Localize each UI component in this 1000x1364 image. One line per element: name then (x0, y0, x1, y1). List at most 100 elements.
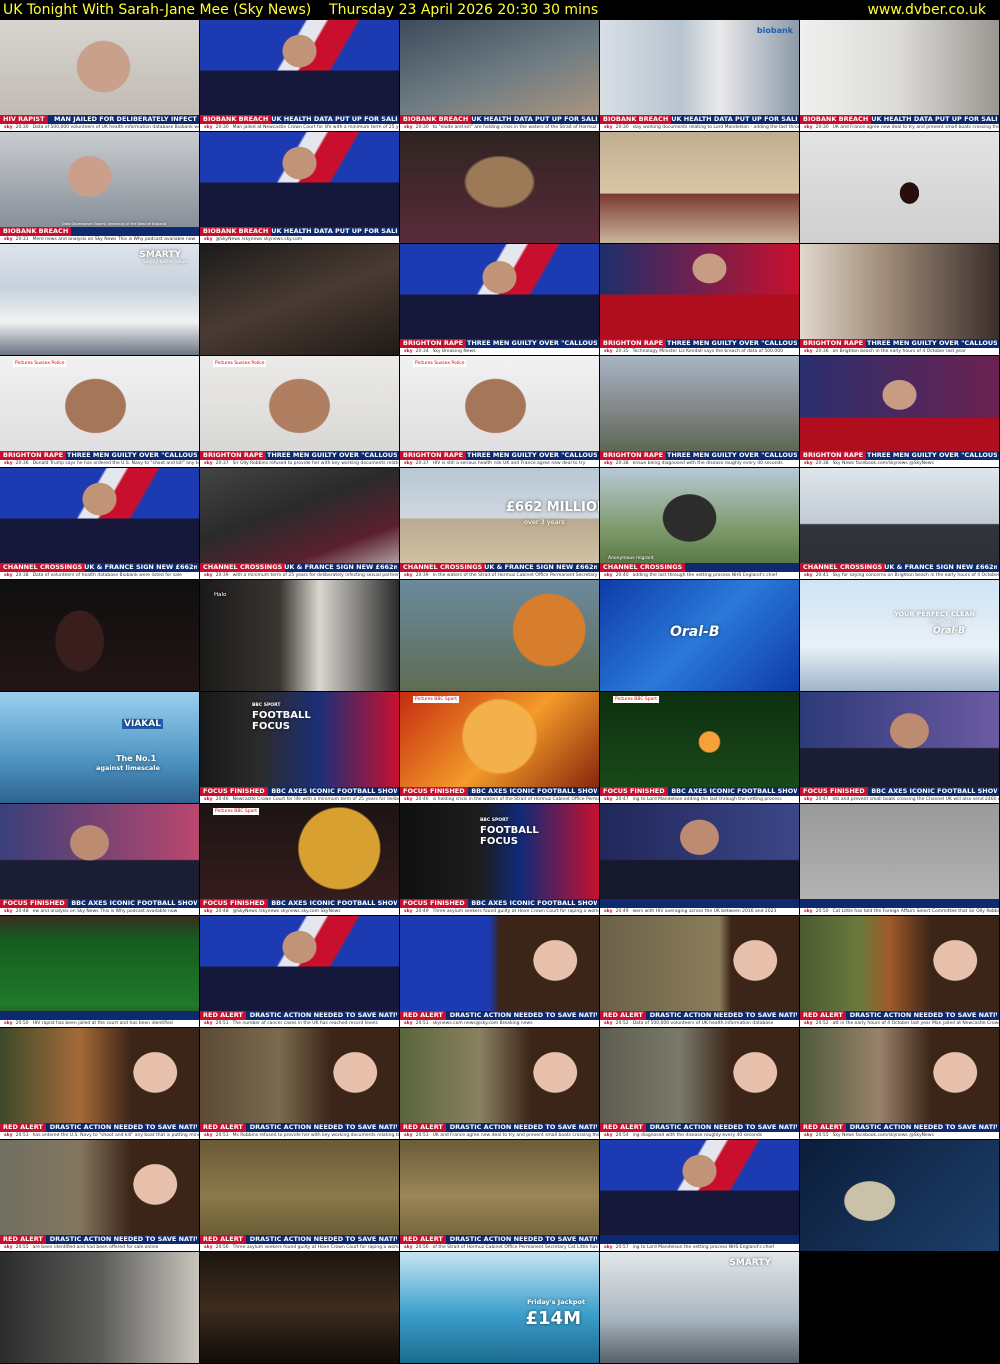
video-thumbnail[interactable]: SMARTY (600, 1252, 799, 1363)
video-thumbnail[interactable]: £662 MILLION over 3 years CHANNEL CROSSING… (400, 468, 599, 579)
video-thumbnail[interactable]: BRIGHTON RAPE THREE MEN GUILTY OVER "CALL… (800, 244, 999, 355)
strap-badge: RED ALERT (200, 1235, 246, 1244)
news-strap: CHANNEL CROSSINGS UK & FRANCE SIGN NEW £6… (200, 563, 399, 579)
video-thumbnail[interactable]: RED ALERT DRASTIC ACTION NEEDED TO SAVE N… (200, 916, 399, 1027)
video-thumbnail[interactable]: BRIGHTON RAPE THREE MEN GUILTY OVER "CALL… (600, 244, 799, 355)
video-thumbnail[interactable]: Pictures Sussex Police BRIGHTON RAPE THREE… (400, 356, 599, 467)
ticker-time: 20:50 (15, 1021, 29, 1026)
smarty-logo: SMARTY (729, 1258, 771, 1268)
news-strap: FOCUS FINISHED BBC AXES ICONIC FOOTBALL S… (800, 787, 999, 803)
video-thumbnail[interactable]: Halo (200, 580, 399, 691)
video-thumbnail[interactable]: BBC SPORT FOOTBALL FOCUS FOCUS FINISHED BBC … (400, 804, 599, 915)
video-thumbnail[interactable]: Oral-B (600, 580, 799, 691)
video-thumbnail[interactable]: sky 20:50 HIV rapist has been jailed at th… (0, 916, 199, 1027)
strap-headline: THREE MEN GUILTY OVER "CALLOUS" ATTACK (666, 451, 797, 459)
ticker-text: ew and analysis on Sky News This is Why … (32, 909, 178, 914)
video-thumbnail[interactable]: biobank BIOBANK BREACH UK HEALTH DATA PUT … (600, 20, 799, 131)
video-thumbnail[interactable] (800, 1140, 999, 1251)
sky-logo: sky (404, 1133, 413, 1138)
video-thumbnail[interactable] (400, 580, 599, 691)
video-thumbnail[interactable]: RED ALERT DRASTIC ACTION NEEDED TO SAVE N… (800, 1028, 999, 1139)
video-thumbnail[interactable]: Friday's Jackpot £14M (400, 1252, 599, 1363)
video-thumbnail[interactable] (0, 580, 199, 691)
video-thumbnail[interactable]: HIV RAPIST MAN JAILED FOR DELIBERATELY IN… (0, 20, 199, 131)
video-thumbnail[interactable]: sky 20:50 Cat Little has told the Foreign … (800, 804, 999, 915)
ticker-bar: sky 20:40 adding the last through the vett… (600, 572, 799, 579)
video-thumbnail[interactable] (800, 132, 999, 243)
video-thumbnail[interactable]: BBC SPORT FOOTBALL FOCUS FOCUS FINISHED BBC … (200, 692, 399, 803)
strap-headline-bar (800, 899, 999, 908)
video-thumbnail[interactable]: VIAKAL The No.1 against limescale (0, 692, 199, 803)
video-thumbnail[interactable] (200, 1252, 399, 1363)
video-thumbnail[interactable]: RED ALERT DRASTIC ACTION NEEDED TO SAVE N… (600, 916, 799, 1027)
video-thumbnail[interactable]: sky 20:49 wers with HIV averaging across t… (600, 804, 799, 915)
video-thumbnail[interactable] (200, 244, 399, 355)
video-thumbnail[interactable]: CHANNEL CROSSINGS UK & FRANCE SIGN NEW £6… (0, 468, 199, 579)
video-thumbnail[interactable]: BIOBANK BREACH UK HEALTH DATA PUT UP FOR … (200, 20, 399, 131)
thumbnail-image (800, 580, 999, 691)
site-link[interactable]: www.dvber.co.uk (867, 0, 986, 20)
sky-logo: sky (204, 1245, 213, 1250)
video-thumbnail[interactable]: Pictures Sussex Police BRIGHTON RAPE THREE… (200, 356, 399, 467)
oralb-tagline: YOUR PERFECT CLEAN (894, 610, 975, 618)
video-thumbnail[interactable]: BRIGHTON RAPE THREE MEN GUILTY OVER "CALL… (800, 356, 999, 467)
video-thumbnail[interactable]: CHANNEL CROSSINGS UK & FRANCE SIGN NEW £6… (800, 468, 999, 579)
strap-headline: DRASTIC ACTION NEEDED TO SAVE NATIVE SPE… (49, 1123, 197, 1131)
sky-logo: sky (604, 1245, 613, 1250)
strap-headline: BBC AXES ICONIC FOOTBALL SHOW (71, 899, 197, 907)
video-thumbnail[interactable]: Pictures Sussex Police BRIGHTON RAPE THREE… (0, 356, 199, 467)
video-thumbnail[interactable] (0, 1252, 199, 1363)
video-thumbnail[interactable]: RED ALERT DRASTIC ACTION NEEDED TO SAVE N… (400, 1140, 599, 1251)
ticker-text: of the Strait of Hormuz Cabinet Office P… (432, 1245, 599, 1250)
video-thumbnail[interactable] (600, 132, 799, 243)
sky-logo: sky (404, 125, 413, 130)
video-thumbnail[interactable]: Pictures BBC Sport FOCUS FINISHED BBC AXES… (400, 692, 599, 803)
video-thumbnail[interactable]: SMARTY Simply better value (0, 244, 199, 355)
video-thumbnail[interactable]: Pictures BBC Sport FOCUS FINISHED BBC AXES… (200, 804, 399, 915)
video-thumbnail[interactable]: Pictures BBC Sport FOCUS FINISHED BBC AXES… (600, 692, 799, 803)
football-focus-title-2: FOCUS (480, 836, 518, 847)
sky-logo: sky (4, 461, 13, 466)
video-thumbnail[interactable] (400, 132, 599, 243)
sky-logo: sky (204, 573, 213, 578)
thumbnail-image (0, 692, 199, 803)
ticker-time: 20:37 (215, 461, 229, 466)
video-thumbnail[interactable]: RED ALERT DRASTIC ACTION NEEDED TO SAVE N… (800, 916, 999, 1027)
video-thumbnail[interactable]: BIOBANK BREACH UK HEALTH DATA PUT UP FOR … (800, 20, 999, 131)
sky-logo: sky (604, 125, 613, 130)
ticker-bar: sky 20:30 UK and France agree new deal to … (800, 124, 999, 131)
ticker-text: to "elude and kill" are holding crisis i… (432, 125, 597, 130)
video-thumbnail[interactable]: RED ALERT DRASTIC ACTION NEEDED TO SAVE N… (200, 1028, 399, 1139)
strap-headline: DRASTIC ACTION NEEDED TO SAVE NATIVE SPE… (849, 1123, 997, 1131)
video-thumbnail[interactable]: BRIGHTON RAPE THREE MEN GUILTY OVER "CALL… (400, 244, 599, 355)
ticker-time: 20:30 (215, 125, 229, 130)
video-thumbnail[interactable]: Anonymous migrant CHANNEL CROSSINGS sky 20:… (600, 468, 799, 579)
video-thumbnail[interactable]: YOUR PERFECT CLEAN STARTS WITH Oral-B (800, 580, 999, 691)
pictures-tag: Pictures Sussex Police (213, 360, 267, 367)
video-thumbnail[interactable]: RED ALERT DRASTIC ACTION NEEDED TO SAVE N… (600, 1028, 799, 1139)
video-thumbnail[interactable]: RED ALERT DRASTIC ACTION NEEDED TO SAVE N… (400, 916, 599, 1027)
biobank-logo: biobank (756, 26, 793, 35)
video-thumbnail[interactable]: RED ALERT DRASTIC ACTION NEEDED TO SAVE N… (400, 1028, 599, 1139)
news-strap: CHANNEL CROSSINGS UK & FRANCE SIGN NEW £6… (800, 563, 999, 579)
video-thumbnail[interactable]: RED ALERT DRASTIC ACTION NEEDED TO SAVE N… (0, 1028, 199, 1139)
video-thumbnail[interactable]: RED ALERT DRASTIC ACTION NEEDED TO SAVE N… (0, 1140, 199, 1251)
strap-badge: RED ALERT (0, 1235, 46, 1244)
strap-badge: FOCUS FINISHED (600, 787, 668, 796)
video-thumbnail[interactable]: FOCUS FINISHED BBC AXES ICONIC FOOTBALL S… (800, 692, 999, 803)
video-thumbnail[interactable]: CHANNEL CROSSINGS UK & FRANCE SIGN NEW £6… (200, 468, 399, 579)
video-thumbnail[interactable]: FOCUS FINISHED BBC AXES ICONIC FOOTBALL S… (0, 804, 199, 915)
video-thumbnail[interactable]: Data Governance Expert, University of th… (0, 132, 199, 243)
video-thumbnail[interactable]: BRIGHTON RAPE THREE MEN GUILTY OVER "CALL… (600, 356, 799, 467)
video-thumbnail[interactable]: sky 20:57 ing to Lord Mandelson the vettin… (600, 1140, 799, 1251)
thumbnail-image (200, 580, 399, 691)
strap-headline: BBC AXES ICONIC FOOTBALL SHOW (471, 899, 597, 907)
news-strap: BRIGHTON RAPE THREE MEN GUILTY OVER "CALL… (800, 339, 999, 355)
ticker-bar: sky 20:36 on Brighton beach in the early h… (800, 348, 999, 355)
video-thumbnail[interactable]: BIOBANK BREACH UK HEALTH DATA PUT UP FOR … (400, 20, 599, 131)
video-thumbnail[interactable]: BIOBANK BREACH UK HEALTH DATA PUT UP FOR … (200, 132, 399, 243)
news-strap: BIOBANK BREACH sky 20:31 Mere news and anal… (0, 227, 199, 243)
ticker-bar: sky 20:39 with a minimum term of 25 years … (200, 572, 399, 579)
news-strap: RED ALERT DRASTIC ACTION NEEDED TO SAVE N… (600, 1011, 799, 1027)
video-thumbnail[interactable]: RED ALERT DRASTIC ACTION NEEDED TO SAVE N… (200, 1140, 399, 1251)
